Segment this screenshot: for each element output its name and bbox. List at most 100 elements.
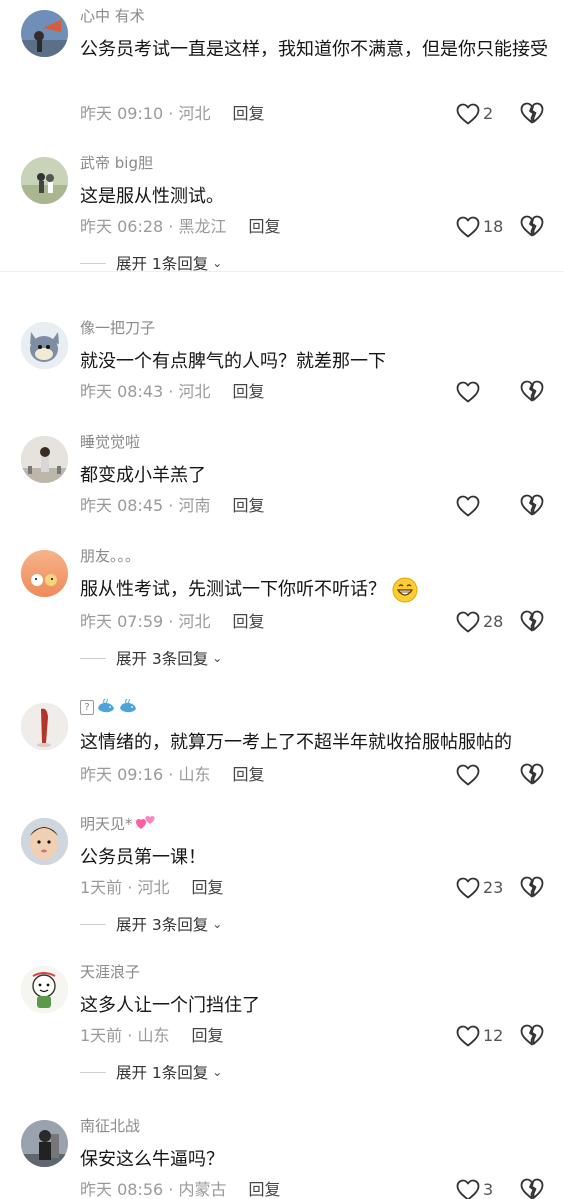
reply-button[interactable]: 回复 [191, 1025, 223, 1047]
heart-outline-icon [456, 216, 480, 238]
username[interactable]: 睡觉觉啦 [80, 432, 140, 452]
broken-heart-icon [520, 493, 544, 517]
divider-line [80, 923, 106, 925]
heart-outline-icon [456, 495, 480, 517]
like-button[interactable]: 3 [456, 1177, 516, 1199]
reply-button[interactable]: 回复 [232, 103, 264, 125]
reply-button[interactable]: 回复 [232, 611, 264, 633]
username[interactable]: 明天见* [80, 814, 157, 834]
comment-text: 这多人让一个门挡住了 [80, 995, 260, 1016]
comment-text: 这是服从性测试。 [80, 186, 224, 207]
broken-heart-icon [520, 101, 544, 125]
heart-outline-icon [456, 611, 480, 633]
comment-meta: 昨天 09:10 · 河北 回复 [80, 103, 264, 125]
avatar[interactable] [21, 550, 68, 597]
like-button[interactable]: 18 [456, 214, 516, 240]
time-location: 1天前 · 山东 [80, 1026, 170, 1045]
heart-outline-icon [456, 877, 480, 899]
heart-outline-icon [456, 764, 480, 786]
heart-outline-icon [456, 1025, 480, 1047]
comment-meta: 1天前 · 山东 回复 [80, 1025, 223, 1047]
like-button[interactable]: 23 [456, 875, 516, 901]
avatar[interactable] [21, 10, 68, 57]
avatar[interactable] [21, 322, 68, 369]
username[interactable]: ? [80, 699, 138, 715]
comment-feed: 心中 有术 公务员考试一直是这样，我知道你不满意，但是你只能接受 昨天 09:1… [0, 0, 564, 1199]
time-location: 昨天 08:45 · 河南 [80, 496, 211, 515]
username[interactable]: 武帝 big胆 [80, 153, 153, 173]
divider-line [80, 262, 106, 264]
reply-button[interactable]: 回复 [248, 216, 280, 238]
comment-text: 都变成小羊羔了 [80, 465, 206, 486]
chevron-down-icon: ⌄ [212, 917, 223, 931]
expand-replies-button[interactable]: 展开 3条回复 ⌄ [80, 913, 222, 935]
dislike-button[interactable] [520, 875, 546, 901]
username[interactable]: 南征北战 [80, 1116, 140, 1136]
comment-item: 像一把刀子 就没一个有点脾气的人吗？就差那一下 昨天 08:43 · 河北 回复 [0, 318, 564, 413]
heart-outline-icon [456, 103, 480, 125]
dislike-button[interactable] [520, 493, 546, 519]
broken-heart-icon [520, 214, 544, 238]
like-count: 12 [483, 1026, 504, 1045]
chevron-down-icon: ⌄ [212, 651, 223, 665]
dislike-button[interactable] [520, 101, 546, 127]
divider-line [80, 1071, 106, 1073]
whale-emoji [98, 699, 114, 713]
like-button[interactable]: 2 [456, 101, 516, 127]
like-button[interactable] [456, 762, 516, 788]
broken-heart-icon [520, 762, 544, 786]
comment-meta: 昨天 08:56 · 内蒙古 回复 [80, 1179, 280, 1199]
dislike-button[interactable] [520, 609, 546, 635]
comment-text: 这情绪的，就算万一考上了不超半年就收拾服帖服帖的 [80, 732, 512, 753]
comment-meta: 昨天 08:45 · 河南 回复 [80, 495, 264, 517]
avatar[interactable] [21, 157, 68, 204]
dislike-button[interactable] [520, 762, 546, 788]
reply-button[interactable]: 回复 [248, 1179, 280, 1199]
username[interactable]: 像一把刀子 [80, 318, 155, 338]
avatar[interactable] [21, 966, 68, 1013]
time-location: 昨天 06:28 · 黑龙江 [80, 217, 227, 236]
comment-item: 南征北战 保安这么牛逼吗？ 昨天 08:56 · 内蒙古 回复 3 [0, 1116, 564, 1199]
like-button[interactable]: 28 [456, 609, 516, 635]
like-button[interactable]: 12 [456, 1023, 516, 1049]
username[interactable]: 天涯浪子 [80, 962, 140, 982]
dislike-button[interactable] [520, 1023, 546, 1049]
like-count: 3 [483, 1180, 494, 1199]
expand-replies-button[interactable]: 展开 3条回复 ⌄ [80, 647, 222, 669]
avatar[interactable] [21, 703, 68, 750]
comment-text: 保安这么牛逼吗？ [80, 1149, 224, 1170]
comment-item: 明天见* 公务员第一课！ 1天前 · 河北 回复 23 展开 3条回复 ⌄ [0, 814, 564, 939]
like-button[interactable] [456, 379, 516, 405]
avatar[interactable] [21, 1120, 68, 1167]
comment-text: 公务员第一课！ [80, 847, 206, 868]
username[interactable]: 朋友。。。 [80, 546, 140, 566]
time-location: 昨天 09:16 · 山东 [80, 765, 211, 784]
expand-replies-button[interactable]: 展开 1条回复 ⌄ [80, 1061, 222, 1083]
reply-button[interactable]: 回复 [191, 877, 223, 899]
comment-item: 心中 有术 公务员考试一直是这样，我知道你不满意，但是你只能接受 昨天 09:1… [0, 6, 564, 126]
like-count: 28 [483, 612, 504, 631]
broken-heart-icon [520, 875, 544, 899]
dislike-button[interactable] [520, 379, 546, 405]
dislike-button[interactable] [520, 1177, 546, 1199]
comment-item: 武帝 big胆 这是服从性测试。 昨天 06:28 · 黑龙江 回复 18 展开… [0, 153, 564, 278]
comment-meta: 昨天 06:28 · 黑龙江 回复 [80, 216, 280, 238]
like-count: 18 [483, 217, 504, 236]
like-count: 2 [483, 104, 494, 123]
time-location: 昨天 08:56 · 内蒙古 [80, 1180, 227, 1199]
avatar[interactable] [21, 818, 68, 865]
avatar[interactable] [21, 436, 68, 483]
time-location: 1天前 · 河北 [80, 878, 170, 897]
username[interactable]: 心中 有术 [80, 6, 145, 26]
dislike-button[interactable] [520, 214, 546, 240]
comment-meta: 昨天 09:16 · 山东 回复 [80, 764, 264, 786]
like-button[interactable] [456, 493, 516, 519]
comment-item: 天涯浪子 这多人让一个门挡住了 1天前 · 山东 回复 12 展开 1条回复 ⌄ [0, 962, 564, 1087]
comment-meta: 昨天 07:59 · 河北 回复 [80, 611, 264, 633]
broken-heart-icon [520, 379, 544, 403]
reply-button[interactable]: 回复 [232, 381, 264, 403]
reply-button[interactable]: 回复 [232, 764, 264, 786]
reply-button[interactable]: 回复 [232, 495, 264, 517]
heart-outline-icon [456, 381, 480, 403]
broken-heart-icon [520, 1023, 544, 1047]
